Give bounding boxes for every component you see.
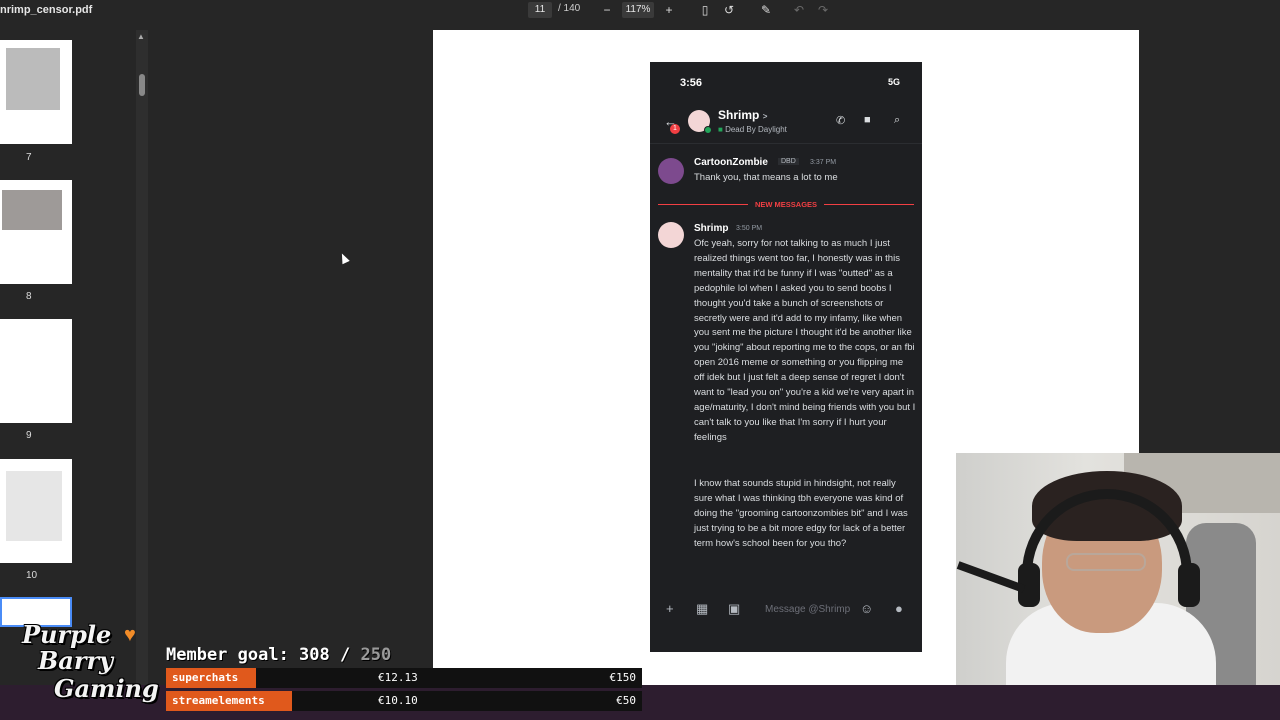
page-thumbnail[interactable]	[0, 459, 72, 563]
zoom-out-icon[interactable]: −	[598, 1, 616, 19]
thumbnail-number: 8	[26, 291, 32, 302]
donation-goal: €150	[609, 671, 637, 684]
video-icon: ■	[864, 114, 871, 126]
message-text: Thank you, that means a lot to me	[694, 172, 838, 183]
donation-row: superchats €12.13 €150	[166, 668, 642, 688]
thumbnail-image	[2, 190, 62, 230]
page-thumbnail[interactable]	[0, 180, 72, 284]
scrollbar-thumb[interactable]	[139, 74, 145, 96]
search-icon: ⌕	[894, 114, 901, 126]
current-page-input[interactable]: 11	[528, 2, 552, 18]
message-author: CartoonZombie	[694, 157, 768, 168]
microphone-icon: ●	[895, 601, 903, 616]
avatar	[658, 222, 684, 248]
undo-icon[interactable]: ↶	[790, 1, 808, 19]
donation-label: superchats	[166, 668, 256, 688]
discord-screenshot: 3:56 5G ← 1 Shrimp > ■ Dead By Daylight …	[650, 62, 922, 652]
sidebar-scrollbar[interactable]: ▲	[136, 30, 148, 720]
server-tag: DBD	[778, 158, 799, 165]
status-time: 3:56	[680, 77, 703, 89]
earcup	[1178, 563, 1200, 607]
message-input: Message @Shrimp	[765, 604, 851, 615]
donation-label: streamelements	[166, 691, 292, 711]
page-count: / 140	[558, 3, 581, 14]
donation-row: streamelements €10.10 €50	[166, 691, 642, 711]
online-status-icon	[704, 126, 712, 134]
message-time: 3:50 PM	[736, 225, 763, 232]
thumbnail-image	[6, 48, 60, 110]
thumbnail-number: 9	[26, 430, 32, 441]
thumbnail-sidebar: 7 8 9 10	[0, 30, 148, 720]
message-text: Ofc yeah, sorry for not talking to as mu…	[694, 238, 916, 443]
donation-amount: €12.13	[378, 671, 418, 684]
chat-title: Shrimp >	[718, 108, 768, 122]
apps-icon: ▦	[696, 601, 709, 616]
member-goal: Member goal: 308 / 250	[166, 645, 392, 665]
crest-icon: ♥	[124, 624, 136, 646]
message-time: 3:37 PM	[810, 159, 837, 166]
page-thumbnail[interactable]	[0, 40, 72, 144]
unread-badge: 1	[670, 124, 680, 134]
chat-header: ← 1 Shrimp > ■ Dead By Daylight ✆ ■ ⌕	[650, 102, 922, 144]
gift-icon: ▣	[728, 601, 741, 616]
thumbnail-number: 10	[26, 570, 38, 581]
chevron-right-icon: >	[762, 112, 768, 121]
call-icon: ✆	[836, 115, 846, 127]
thumbnail-number: 7	[26, 152, 32, 163]
logo-line: Barry	[38, 646, 114, 675]
plus-icon: +	[666, 601, 674, 616]
message-text: I know that sounds stupid in hindsight, …	[694, 478, 908, 549]
logo-line: Purple	[22, 620, 112, 649]
network-indicator: 5G	[887, 77, 900, 87]
redo-icon[interactable]: ↷	[814, 1, 832, 19]
avatar	[658, 158, 684, 184]
rotate-icon[interactable]: ↺	[720, 1, 738, 19]
zoom-in-icon[interactable]: +	[660, 1, 678, 19]
donation-goal: €50	[616, 694, 636, 707]
webcam-overlay	[956, 453, 1280, 685]
logo-line: Gaming	[54, 674, 159, 703]
channel-logo: Purple Barry Gaming ♥	[4, 618, 164, 713]
message-author: Shrimp	[694, 223, 729, 234]
activity-status: ■ Dead By Daylight	[718, 125, 787, 134]
zoom-level[interactable]: 117%	[622, 2, 654, 18]
message-composer: + ▦ ▣ Message @Shrimp ☺ ●	[650, 592, 922, 628]
pdf-toolbar: nrimp_censor.pdf 11 / 140 − 117% + ▯ ↺ ✎…	[0, 0, 1280, 30]
divider	[824, 204, 914, 205]
donation-amount: €10.10	[378, 694, 418, 707]
game-controller-icon: ■	[718, 125, 723, 134]
emoji-icon: ☺	[860, 601, 874, 616]
fit-page-icon[interactable]: ▯	[696, 1, 714, 19]
draw-icon[interactable]: ✎	[757, 1, 775, 19]
file-name: nrimp_censor.pdf	[0, 4, 93, 16]
thumbnail-image	[6, 471, 62, 541]
scroll-up-icon[interactable]: ▲	[137, 32, 145, 41]
page-thumbnail[interactable]	[0, 319, 72, 423]
